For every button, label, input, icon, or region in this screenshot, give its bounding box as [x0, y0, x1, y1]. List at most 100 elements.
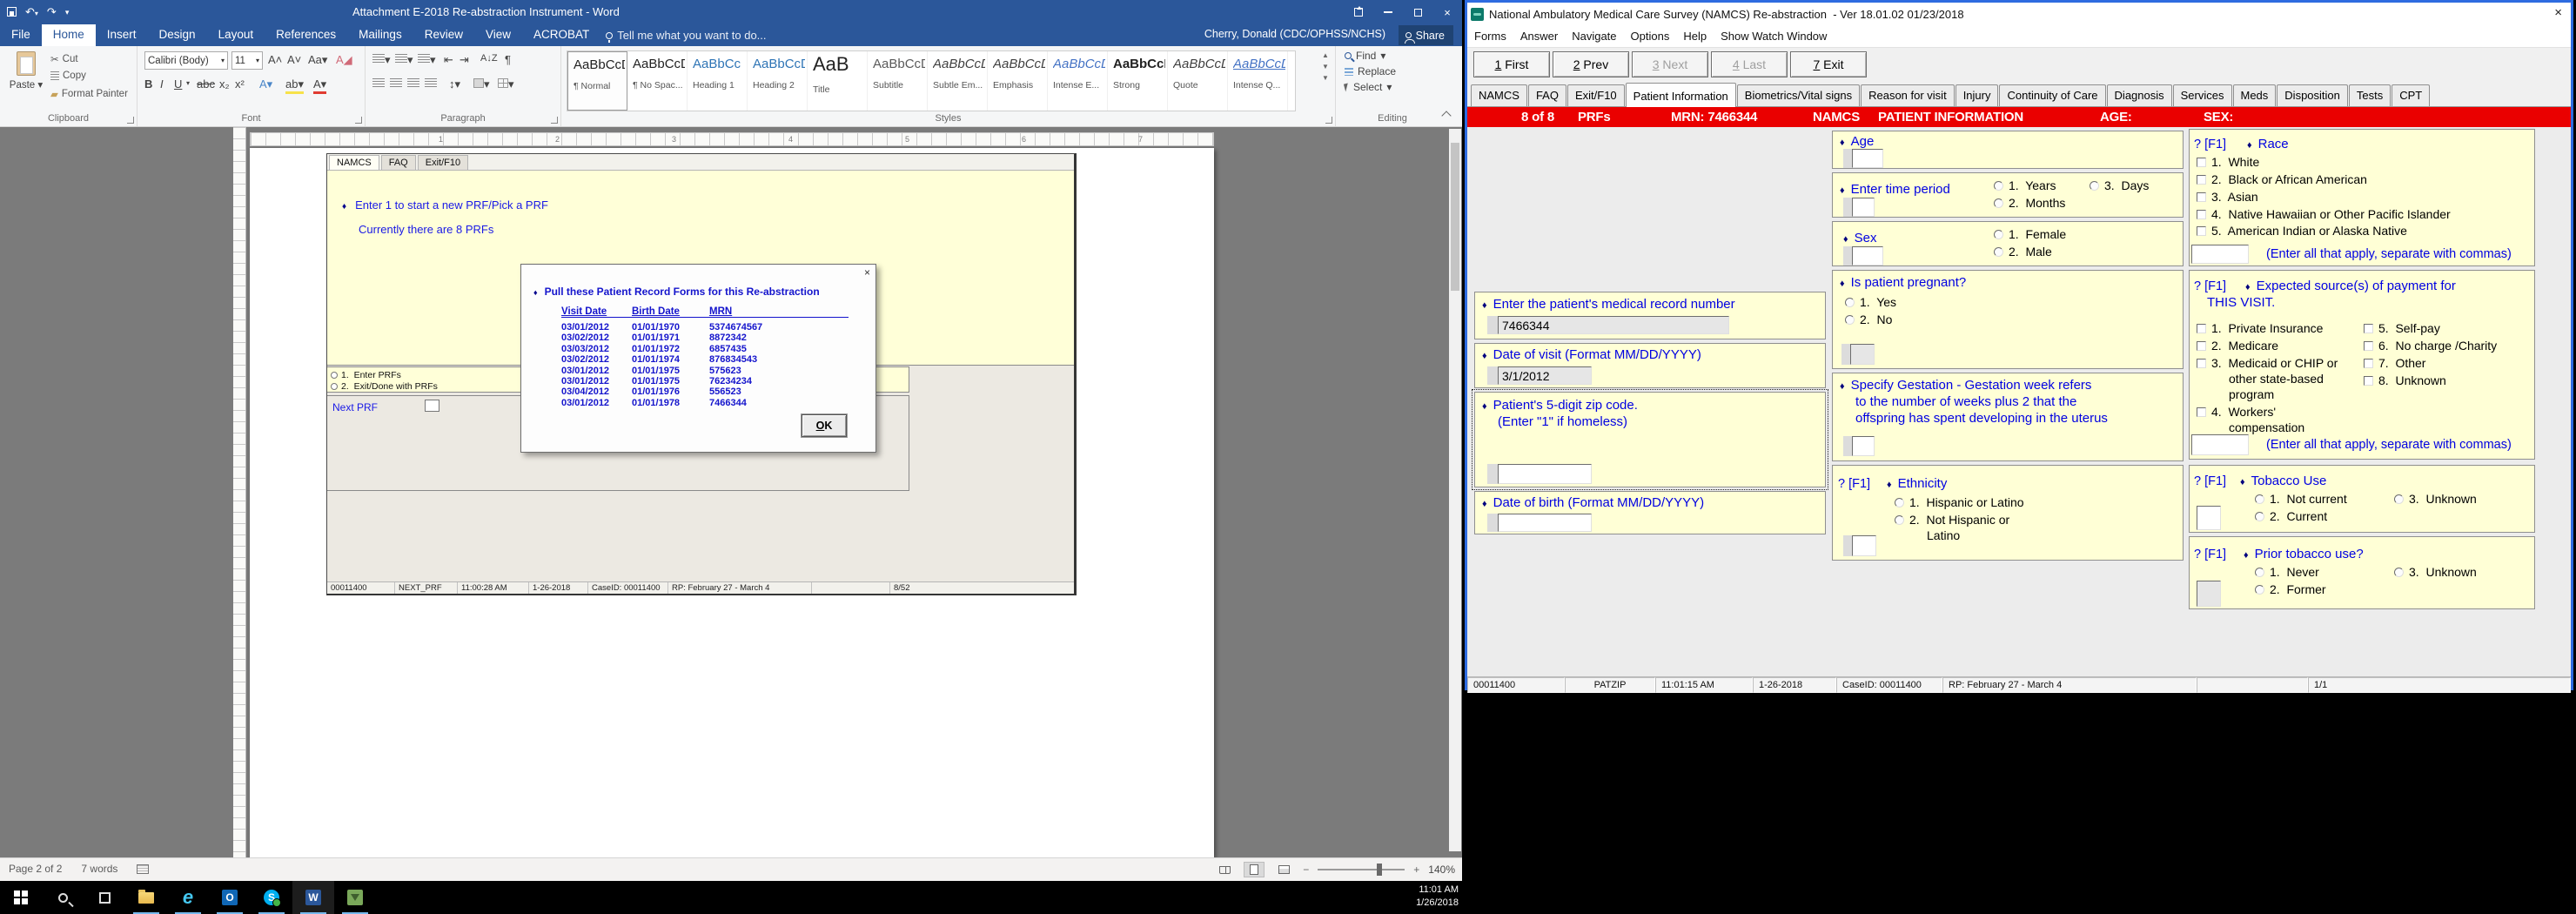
- ok-button[interactable]: OK: [802, 414, 847, 437]
- tab-diagnosis[interactable]: Diagnosis: [2106, 84, 2172, 106]
- cut-button[interactable]: ✂ Cut: [50, 53, 78, 65]
- increase-indent-button[interactable]: ⇥: [460, 53, 469, 67]
- close-icon[interactable]: ×: [2554, 5, 2562, 20]
- checkbox-asian[interactable]: [2197, 192, 2206, 202]
- checkbox-other[interactable]: [2364, 358, 2373, 368]
- f1-help-label[interactable]: ? [F1]: [2194, 279, 2226, 293]
- radio-tobacco-current[interactable]: [2255, 511, 2264, 521]
- start-button[interactable]: [0, 881, 42, 914]
- outlook-button[interactable]: O: [209, 881, 251, 914]
- format-painter-button[interactable]: ▰ Format Painter: [50, 88, 128, 100]
- checkbox-unknown[interactable]: [2364, 375, 2373, 386]
- checkbox-medicaid[interactable]: [2197, 358, 2206, 368]
- first-button[interactable]: 1 First: [1473, 50, 1550, 77]
- radio-not-hispanic[interactable]: [1895, 514, 1904, 525]
- minimize-icon[interactable]: [1373, 0, 1403, 24]
- subscript-button[interactable]: x₂: [219, 77, 230, 91]
- style-quote[interactable]: AaBbCcDcQuote: [1168, 51, 1228, 111]
- page-indicator[interactable]: Page 2 of 2: [9, 863, 62, 875]
- justify-button[interactable]: [425, 77, 437, 91]
- document-scrollbar[interactable]: [1449, 129, 1461, 851]
- radio-pregnant-yes[interactable]: [1845, 297, 1855, 307]
- checkbox-self-pay[interactable]: [2364, 323, 2373, 333]
- mrn-input[interactable]: 7466344: [1498, 316, 1729, 334]
- save-icon[interactable]: [7, 6, 17, 19]
- tab-namcs[interactable]: NAMCS: [1471, 84, 1527, 106]
- race-input[interactable]: [2191, 245, 2249, 264]
- dialog-close-icon[interactable]: ×: [864, 266, 870, 279]
- radio-tobacco-not-current[interactable]: [2255, 494, 2264, 504]
- checkbox-black[interactable]: [2197, 174, 2206, 185]
- menu-answer[interactable]: Answer: [1513, 26, 1565, 46]
- skype-button[interactable]: S: [251, 881, 292, 914]
- checkbox-white[interactable]: [2197, 157, 2206, 167]
- pregnant-input[interactable]: [1850, 344, 1875, 365]
- italic-button[interactable]: I: [160, 77, 164, 91]
- line-spacing-button[interactable]: ↕▾: [449, 77, 460, 91]
- shrink-font-button[interactable]: A˅: [287, 53, 301, 66]
- checkbox-no-charge[interactable]: [2364, 340, 2373, 351]
- tab-exit-f10[interactable]: Exit/F10: [1566, 84, 1625, 106]
- radio-pregnant-no[interactable]: [1845, 314, 1855, 325]
- zoom-out-icon[interactable]: −: [1303, 864, 1309, 876]
- word-tab-home[interactable]: Home: [41, 24, 96, 46]
- style-normal[interactable]: AaBbCcDc¶ Normal: [567, 51, 627, 111]
- sex-input[interactable]: [1852, 246, 1883, 265]
- radio-months[interactable]: [1994, 198, 2003, 208]
- zoom-slider-thumb[interactable]: [1377, 864, 1383, 876]
- text-effects-button[interactable]: A▾: [259, 77, 272, 91]
- tab-continuity-of-care[interactable]: Continuity of Care: [1999, 84, 2106, 106]
- change-case-button[interactable]: Aa▾: [308, 53, 327, 67]
- tab-cpt[interactable]: CPT: [2392, 84, 2431, 106]
- zoom-percentage[interactable]: 140%: [1428, 864, 1455, 876]
- tab-disposition[interactable]: Disposition: [2277, 84, 2348, 106]
- radio-days[interactable]: [2090, 180, 2099, 191]
- word-taskbar-button[interactable]: W: [292, 881, 334, 914]
- multilevel-list-button[interactable]: ▾: [418, 53, 436, 67]
- styles-dialog-launcher-icon[interactable]: [1325, 117, 1332, 124]
- font-color-button[interactable]: A▾: [313, 77, 327, 94]
- zoom-slider[interactable]: [1318, 864, 1405, 876]
- dob-input[interactable]: [1498, 514, 1592, 532]
- word-tab-file[interactable]: File: [0, 24, 42, 46]
- tab-faq[interactable]: FAQ: [1527, 84, 1566, 106]
- checkbox-workers-comp[interactable]: [2197, 407, 2206, 417]
- word-tab-mailings[interactable]: Mailings: [347, 24, 413, 46]
- proofing-icon[interactable]: [137, 864, 150, 874]
- word-tab-design[interactable]: Design: [148, 24, 207, 46]
- clear-formatting-button[interactable]: A◢: [336, 53, 352, 67]
- read-mode-icon[interactable]: [1214, 862, 1235, 877]
- word-tab-acrobat[interactable]: ACROBAT: [522, 24, 600, 46]
- menu-navigate[interactable]: Navigate: [1565, 26, 1623, 46]
- zip-input[interactable]: [1498, 464, 1592, 484]
- numbering-button[interactable]: ▾: [395, 53, 413, 67]
- tab-injury[interactable]: Injury: [1955, 84, 1999, 106]
- visit-date-input[interactable]: 3/1/2012: [1498, 366, 1592, 385]
- ethnicity-input[interactable]: [1852, 535, 1876, 556]
- copy-button[interactable]: Copy: [50, 71, 86, 81]
- checkbox-private-insurance[interactable]: [2197, 323, 2206, 333]
- gallery-expand-icon[interactable]: ▼: [1322, 74, 1329, 82]
- checkbox-american-indian[interactable]: [2197, 225, 2206, 236]
- style-no-spacing[interactable]: AaBbCcDc¶ No Spac...: [627, 51, 688, 111]
- style-subtitle[interactable]: AaBbCcD Subtitle: [868, 51, 928, 111]
- underline-button[interactable]: U: [174, 77, 182, 91]
- tab-biometr​ics[interactable]: Biometrics/Vital signs: [1736, 84, 1861, 106]
- style-intense-emphasis[interactable]: AaBbCcDcIntense E...: [1048, 51, 1108, 111]
- time-period-input[interactable]: [1852, 198, 1875, 217]
- radio-female[interactable]: [1994, 229, 2003, 239]
- align-right-button[interactable]: [407, 77, 419, 91]
- style-intense-quote[interactable]: AaBbCcDcIntense Q...: [1228, 51, 1288, 111]
- sort-button[interactable]: A↓Z: [480, 53, 498, 64]
- namcs-taskbar-button[interactable]: [334, 881, 376, 914]
- align-left-button[interactable]: [372, 77, 385, 91]
- tobacco-input[interactable]: [2197, 506, 2221, 530]
- share-button[interactable]: Share: [1398, 25, 1453, 45]
- f1-help-label[interactable]: ? [F1]: [1838, 477, 1870, 491]
- radio-tobacco-unknown[interactable]: [2394, 494, 2404, 504]
- menu-help[interactable]: Help: [1676, 26, 1714, 46]
- align-center-button[interactable]: [390, 77, 402, 91]
- task-view-button[interactable]: [84, 881, 125, 914]
- menu-options[interactable]: Options: [1624, 26, 1677, 46]
- grow-font-button[interactable]: A˄: [268, 53, 282, 66]
